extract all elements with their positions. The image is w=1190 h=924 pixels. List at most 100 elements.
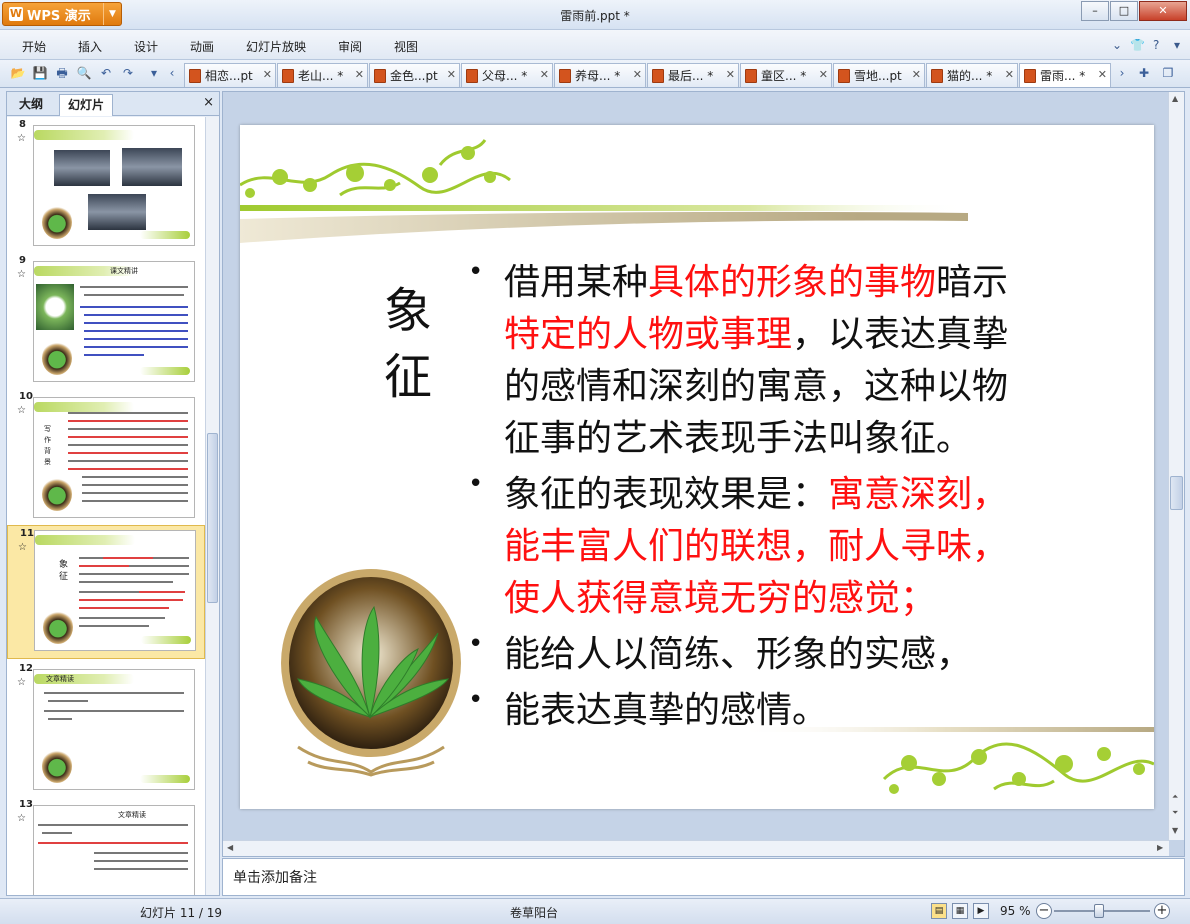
doc-tab[interactable]: 老山... * ✕ (277, 63, 368, 87)
tab-scroll-left-icon[interactable]: ‹ (164, 65, 180, 81)
slide-thumbnail-9[interactable]: 9 ☆ 课文精讲 (7, 253, 205, 387)
plant-medallion-icon (42, 205, 72, 239)
menu-design[interactable]: 设计 (134, 38, 158, 55)
previous-slide-icon[interactable]: ⏶ (1172, 792, 1178, 802)
animation-star-icon: ☆ (18, 542, 27, 553)
doc-tab-active[interactable]: 雷雨... * ✕ (1019, 63, 1111, 87)
slide-title-char: 征 (384, 349, 433, 405)
text-line (68, 436, 188, 438)
slide-panel-scrollbar[interactable] (205, 117, 219, 895)
tab-close-icon[interactable]: ✕ (633, 68, 642, 81)
scroll-right-icon[interactable]: ▶ (1157, 843, 1163, 852)
menu-bar: 开始 插入 设计 动画 幻灯片放映 审阅 视图 ⌄ 👕 ? ▾ (0, 30, 1190, 60)
zoom-in-button[interactable]: + (1154, 903, 1170, 919)
menu-animation[interactable]: 动画 (190, 38, 214, 55)
redo-icon[interactable]: ↷ (120, 65, 136, 81)
document-tab-bar: 📂 💾 🖶 🔍 ↶ ↷ ▾ ‹ 相恋...pt ✕ 老山... * ✕ 金色...p… (0, 60, 1190, 88)
tab-close-icon[interactable]: ✕ (1098, 68, 1107, 81)
slide-counter: 幻灯片 11 / 19 (140, 906, 223, 920)
doc-tab[interactable]: 金色...pt ✕ (369, 63, 460, 87)
tab-close-icon[interactable]: ✕ (540, 68, 549, 81)
normal-view-icon[interactable]: ▤ (931, 903, 947, 919)
tab-scroll-right-icon[interactable]: › (1114, 65, 1130, 81)
minimize-button[interactable]: – (1081, 1, 1109, 21)
save-icon[interactable]: 💾 (32, 65, 48, 81)
doc-tab[interactable]: 父母... * ✕ (461, 63, 553, 87)
menu-home[interactable]: 开始 (22, 38, 46, 55)
text-line (68, 460, 188, 462)
tab-close-icon[interactable]: ✕ (819, 68, 828, 81)
slide-thumbnail-13[interactable]: 13 ☆ 文章精读 (7, 797, 205, 895)
doc-tab-label: 童区... * (761, 69, 807, 83)
horizontal-scrollbar[interactable]: ◀ ▶ (223, 840, 1169, 856)
notes-pane[interactable]: 单击添加备注 (222, 858, 1185, 896)
doc-tab[interactable]: 养母... * ✕ (554, 63, 646, 87)
tab-outline[interactable]: 大纲 (11, 94, 51, 116)
doc-tab-label: 最后... * (668, 69, 714, 83)
chevron-down-icon[interactable]: ▾ (1174, 38, 1180, 52)
next-slide-icon[interactable]: ⏷ (1172, 808, 1178, 818)
toolbar-dropdown-icon[interactable]: ▾ (146, 65, 162, 81)
tab-close-icon[interactable]: ✕ (263, 68, 272, 81)
scroll-up-icon[interactable]: ▲ (1172, 94, 1178, 103)
restore-window-icon[interactable]: ❐ (1160, 65, 1176, 81)
tab-close-icon[interactable]: ✕ (912, 68, 921, 81)
slideshow-view-icon[interactable]: ▶ (973, 903, 989, 919)
text-line (38, 824, 188, 826)
shirt-icon[interactable]: 👕 (1130, 38, 1145, 52)
zoom-slider-handle[interactable] (1094, 904, 1104, 918)
slide-sorter-icon[interactable]: ▦ (952, 903, 968, 919)
print-icon[interactable]: 🖶 (54, 65, 70, 81)
body-text: ，以表达真挚 (792, 314, 1009, 355)
scroll-down-icon[interactable]: ▼ (1172, 826, 1178, 835)
text-line (68, 412, 188, 414)
text-line (44, 710, 184, 712)
help-icon[interactable]: ? (1153, 38, 1159, 52)
text-line (80, 286, 188, 288)
tab-slides[interactable]: 幻灯片 (59, 94, 114, 116)
ppt-file-icon (374, 68, 386, 83)
scrollbar-thumb[interactable] (1170, 476, 1183, 510)
bullet-line: 特定的人物或事理，以表达真挚 (504, 305, 1008, 357)
close-button[interactable]: ✕ (1139, 1, 1187, 21)
menu-view[interactable]: 视图 (394, 38, 418, 55)
tab-close-icon[interactable]: ✕ (355, 68, 364, 81)
slide-thumbnail-11[interactable]: 11 ☆ 象征 (7, 525, 205, 659)
slide-thumbnail-10[interactable]: 10 ☆ 写作背景 (7, 389, 205, 523)
doc-tab[interactable]: 雪地...pt ✕ (833, 63, 925, 87)
slide-thumbnail-12[interactable]: 12 ☆ 文章精读 (7, 661, 205, 795)
tab-close-icon[interactable]: ✕ (447, 68, 456, 81)
zoom-out-button[interactable]: − (1036, 903, 1052, 919)
text-line (80, 306, 188, 308)
tab-close-icon[interactable]: ✕ (726, 68, 735, 81)
doc-tab[interactable]: 童区... * ✕ (740, 63, 832, 87)
menu-review[interactable]: 审阅 (338, 38, 362, 55)
ribbon-collapse-icon[interactable]: ⌄ (1112, 38, 1122, 52)
scrollbar-thumb[interactable] (207, 433, 218, 603)
text-line (84, 314, 188, 316)
open-folder-icon[interactable]: 📂 (10, 65, 26, 81)
slide-number: 10 (19, 391, 33, 402)
doc-tab[interactable]: 猫的... * ✕ (926, 63, 1018, 87)
current-slide[interactable]: 象 征 • 借用某种具体的形象的事物暗示 特定的人物或事理，以表达真挚 的感情和深刻的… (240, 125, 1154, 809)
maximize-button[interactable]: □ (1110, 1, 1138, 21)
ppt-file-icon (189, 68, 201, 83)
slide-thumbnail-8[interactable]: 8 ☆ (7, 117, 205, 251)
bullet-line: 的感情和深刻的寓意，这种以物 (504, 357, 1008, 409)
menu-slideshow[interactable]: 幻灯片放映 (246, 38, 306, 55)
slide-number: 9 (19, 255, 26, 266)
new-tab-icon[interactable]: ✚ (1136, 65, 1152, 81)
print-preview-icon[interactable]: 🔍 (76, 65, 92, 81)
vine-decoration (34, 402, 134, 412)
panel-close-icon[interactable]: × (203, 95, 214, 110)
tab-close-icon[interactable]: ✕ (1005, 68, 1014, 81)
ppt-file-icon (466, 68, 478, 83)
vertical-scrollbar[interactable]: ▲ ⏶ ⏷ ▼ (1168, 92, 1184, 840)
scroll-left-icon[interactable]: ◀ (227, 843, 233, 852)
undo-icon[interactable]: ↶ (98, 65, 114, 81)
menu-insert[interactable]: 插入 (78, 38, 102, 55)
text-line (82, 476, 188, 478)
doc-tab[interactable]: 相恋...pt ✕ (184, 63, 276, 87)
doc-tab[interactable]: 最后... * ✕ (647, 63, 739, 87)
text-line (68, 468, 188, 470)
